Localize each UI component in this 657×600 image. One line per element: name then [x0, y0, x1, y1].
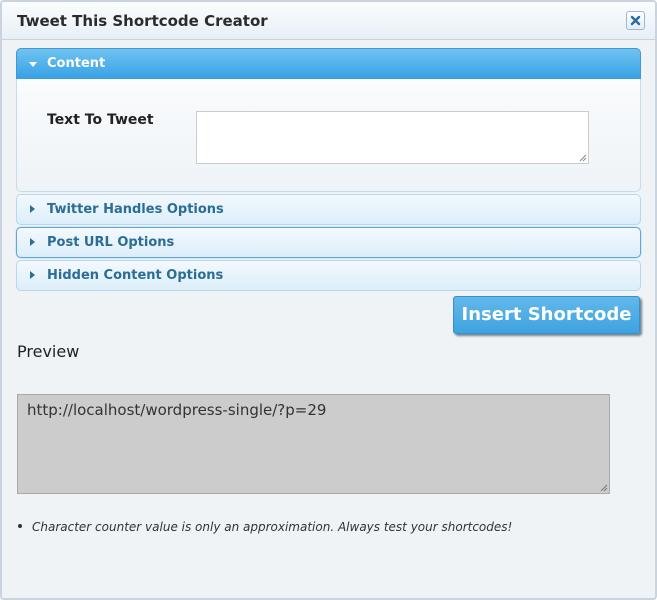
close-icon [630, 15, 641, 26]
triangle-right-icon [30, 205, 35, 213]
section-header-hidden-content[interactable]: Hidden Content Options [16, 260, 641, 291]
note-text: Character counter value is only an appro… [32, 520, 513, 534]
section-header-twitter-handles[interactable]: Twitter Handles Options [16, 194, 641, 225]
dialog-titlebar: Tweet This Shortcode Creator [2, 2, 655, 40]
shortcode-creator-dialog: Tweet This Shortcode Creator Content Tex… [0, 0, 657, 600]
section-label-hidden-content: Hidden Content Options [47, 268, 224, 283]
preview-heading: Preview [17, 342, 80, 361]
insert-shortcode-button[interactable]: Insert Shortcode [453, 296, 640, 334]
section-label-post-url: Post URL Options [47, 235, 175, 250]
text-to-tweet-label: Text To Tweet [47, 112, 154, 128]
triangle-right-icon [30, 271, 35, 279]
triangle-right-icon [30, 238, 35, 246]
text-to-tweet-input[interactable] [196, 111, 589, 164]
resize-grip-icon[interactable] [600, 484, 608, 492]
resize-grip-icon[interactable] [579, 154, 587, 162]
dialog-title: Tweet This Shortcode Creator [17, 12, 268, 30]
preview-output[interactable]: http://localhost/wordpress-single/?p=29 [17, 394, 610, 494]
section-label-twitter-handles: Twitter Handles Options [47, 202, 224, 217]
section-header-post-url[interactable]: Post URL Options [16, 227, 641, 258]
preview-value: http://localhost/wordpress-single/?p=29 [27, 401, 327, 419]
section-label-content: Content [47, 56, 106, 71]
approximation-note: Character counter value is only an appro… [18, 520, 512, 534]
close-button[interactable] [626, 11, 645, 30]
triangle-down-icon [29, 62, 37, 67]
section-header-content[interactable]: Content [16, 48, 641, 80]
bullet-icon [18, 523, 22, 528]
